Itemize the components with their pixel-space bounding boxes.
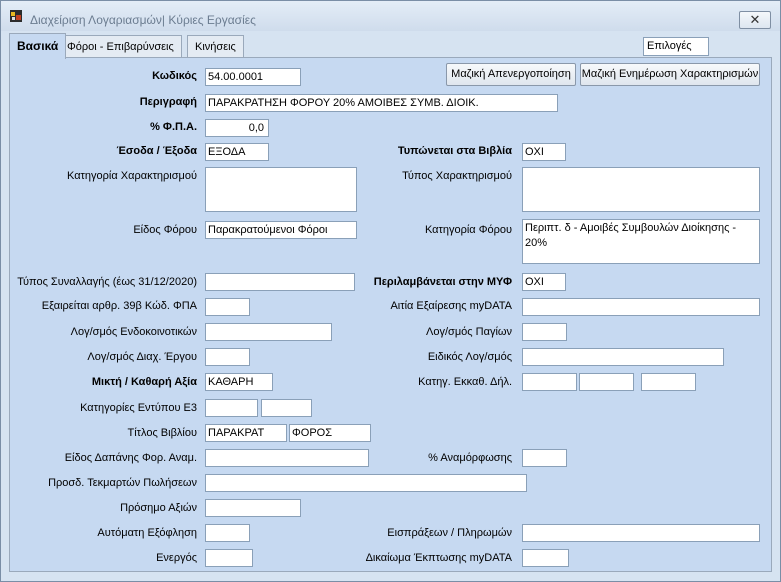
value-sign-field[interactable]	[205, 499, 301, 517]
transaction-type-field[interactable]	[205, 273, 355, 291]
printed-in-books-label: Τυπώνεται στα Βιβλία	[397, 145, 512, 157]
window-title: Διαχείριση Λογαριασμών| Κύριες Εργασίες	[30, 13, 256, 27]
tab-movements[interactable]: Κινήσεις	[187, 35, 244, 57]
transaction-type-label: Τύπος Συναλλαγής (έως 31/12/2020)	[17, 276, 197, 288]
receipts-payments-label: Εισπράξεων / Πληρωμών	[387, 527, 512, 539]
title-bar: Διαχείριση Λογαριασμών| Κύριες Εργασίες …	[1, 1, 780, 31]
code-label: Κωδικός	[152, 70, 197, 82]
exempt-39b-label: Εξαιρείται αρθρ. 39β Κώδ. ΦΠΑ	[41, 300, 197, 312]
fixed-assets-label: Λογ/σμός Παγίων	[426, 326, 512, 338]
mass-deactivate-button[interactable]: Μαζική Απενεργοποίηση	[446, 63, 576, 86]
gross-net-field[interactable]: ΚΑΘΑΡΗ	[205, 373, 273, 391]
e3-category-field-1[interactable]	[205, 399, 258, 417]
category-char-field[interactable]	[205, 167, 357, 212]
exemption-reason-label: Αιτία Εξαίρεσης myDATA	[390, 300, 512, 312]
intra-community-field[interactable]	[205, 323, 332, 341]
auto-settlement-label: Αυτόματη Εξόφληση	[97, 527, 197, 539]
clearance-category-field-3[interactable]	[641, 373, 696, 391]
expense-kind-label: Είδος Δαπάνης Φορ. Αναμ.	[64, 452, 197, 464]
income-expense-field[interactable]: ΕΞΟΔΑ	[205, 143, 269, 161]
receipts-payments-field[interactable]	[522, 524, 760, 542]
tax-kind-field[interactable]: Παρακρατούμενοι Φόροι	[205, 221, 357, 239]
deduction-right-field[interactable]	[522, 549, 569, 567]
fixed-assets-field[interactable]	[522, 323, 567, 341]
tax-kind-label: Είδος Φόρου	[133, 224, 197, 236]
category-char-label: Κατηγορία Χαρακτηρισμού	[67, 170, 197, 182]
tab-taxes-charges[interactable]: Φόροι - Επιβαρύνσεις	[59, 35, 182, 57]
app-icon	[10, 10, 22, 22]
clearance-category-field-1[interactable]	[522, 373, 577, 391]
active-label: Ενεργός	[156, 552, 197, 564]
sales-presumption-label: Προσδ. Τεκμαρτών Πωλήσεων	[48, 477, 197, 489]
basic-tab-panel: Μαζική Απενεργοποίηση Μαζική Ενημέρωση Χ…	[9, 57, 772, 572]
printed-in-books-field[interactable]: ΟΧΙ	[522, 143, 566, 161]
tax-category-field[interactable]: Περιπτ. δ - Αμοιβές Συμβουλών Διοίκησης …	[522, 219, 760, 264]
e3-category-field-2[interactable]	[261, 399, 312, 417]
code-field[interactable]: 54.00.0001	[205, 68, 301, 86]
account-management-window: Διαχείριση Λογαριασμών| Κύριες Εργασίες …	[0, 0, 781, 582]
revaluation-label: % Αναμόρφωσης	[428, 452, 512, 464]
type-char-label: Τύπος Χαρακτηρισμού	[402, 170, 512, 182]
included-myf-label: Περιλαμβάνεται στην ΜΥΦ	[373, 276, 512, 288]
active-field[interactable]	[205, 549, 253, 567]
value-sign-label: Πρόσημο Αξιών	[120, 502, 197, 514]
options-field[interactable]: Επιλογές	[643, 37, 709, 56]
description-field[interactable]: ΠΑΡΑΚΡΑΤΗΣΗ ΦΟΡΟΥ 20% ΑΜΟΙΒΕΣ ΣΥΜΒ. ΔΙΟΙ…	[205, 94, 558, 112]
included-myf-field[interactable]: ΟΧΙ	[522, 273, 566, 291]
mass-update-characterizations-button[interactable]: Μαζική Ενημέρωση Χαρακτηρισμών	[580, 63, 760, 86]
exemption-reason-field[interactable]	[522, 298, 760, 316]
deduction-right-label: Δικαίωμα Έκπτωσης myDATA	[365, 552, 512, 564]
income-expense-label: Έσοδα / Έξοδα	[116, 145, 197, 157]
vat-field[interactable]: 0,0	[205, 119, 269, 137]
gross-net-label: Μικτή / Καθαρή Αξία	[91, 376, 197, 388]
auto-settlement-field[interactable]	[205, 524, 250, 542]
expense-kind-field[interactable]	[205, 449, 369, 467]
type-char-field[interactable]	[522, 167, 760, 212]
revaluation-field[interactable]	[522, 449, 567, 467]
sales-presumption-field[interactable]	[205, 474, 527, 492]
special-account-label: Ειδικός Λογ/σμός	[427, 351, 512, 363]
exempt-39b-field[interactable]	[205, 298, 250, 316]
close-button[interactable]: ✕	[739, 11, 771, 29]
description-label: Περιγραφή	[139, 96, 197, 108]
clearance-category-field-2[interactable]	[579, 373, 634, 391]
clearance-category-label: Κατηγ. Εκκαθ. Δήλ.	[418, 376, 512, 388]
book-title-label: Τίτλος Βιβλίου	[127, 427, 197, 439]
special-account-field[interactable]	[522, 348, 724, 366]
project-mgmt-label: Λογ/σμός Διαχ. Έργου	[87, 351, 197, 363]
project-mgmt-field[interactable]	[205, 348, 250, 366]
e3-categories-label: Κατηγορίες Εντύπου Ε3	[80, 402, 197, 414]
tab-basic[interactable]: Βασικά	[9, 33, 67, 59]
intra-community-label: Λογ/σμός Ενδοκοινοτικών	[70, 326, 197, 338]
book-title-field-2[interactable]: ΦΟΡΟΣ	[289, 424, 371, 442]
tax-category-label: Κατηγορία Φόρου	[424, 224, 512, 236]
vat-label: % Φ.Π.Α.	[150, 121, 197, 133]
book-title-field-1[interactable]: ΠΑΡΑΚΡΑΤ	[205, 424, 287, 442]
